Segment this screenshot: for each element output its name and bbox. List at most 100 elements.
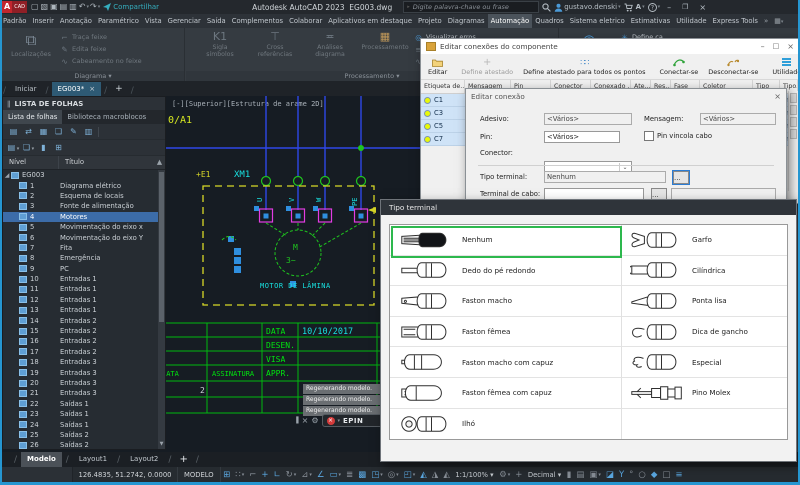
- dropdown-icon[interactable]: ▾: [598, 472, 601, 478]
- annotation-scale-icon[interactable]: ◭: [441, 470, 453, 480]
- annotation-monitor-icon[interactable]: +: [513, 470, 525, 480]
- graphics-performance-icon[interactable]: °: [627, 470, 636, 480]
- terminal-option-ilho[interactable]: Ilhó: [390, 409, 621, 440]
- mensagem-field[interactable]: <Vários>: [700, 113, 776, 125]
- save-as-icon[interactable]: ▤: [59, 1, 69, 13]
- sheet-row-20[interactable]: 20Entradas 3: [3, 378, 165, 388]
- polar-tracking-icon[interactable]: ↻▾: [283, 470, 299, 480]
- sheet-row-22[interactable]: 22Saídas 1: [3, 399, 165, 409]
- sheet-row-25[interactable]: 25Saídas 2: [3, 430, 165, 440]
- sheet-row-13[interactable]: 13Entradas 1: [3, 305, 165, 315]
- annotation-scale-button[interactable]: 1:1/100% ▾: [452, 471, 496, 479]
- sheet-row-23[interactable]: 23Saídas 1: [3, 409, 165, 419]
- sheet-row-2[interactable]: 2Esquema de locais: [3, 191, 165, 201]
- ribbon-tab-padrao[interactable]: Padrão: [0, 14, 29, 28]
- terminal-option-faston-femea-com-capuz[interactable]: Faston fêmea com capuz: [390, 378, 621, 409]
- app-store-cart-button[interactable]: [624, 3, 633, 12]
- grid-icon[interactable]: ⊞: [221, 470, 233, 480]
- new-layout-button[interactable]: +: [175, 454, 191, 465]
- colors-icon[interactable]: ◆: [648, 470, 660, 480]
- status-colors-icon[interactable]: ▮: [37, 142, 50, 154]
- close-tab-icon[interactable]: ×: [89, 85, 95, 93]
- dropdown-icon[interactable]: ▾: [339, 472, 342, 478]
- terminal-option-pino-molex[interactable]: Pino Molex: [621, 378, 787, 409]
- restore-button[interactable]: ❐: [678, 3, 692, 11]
- dropdown-icon[interactable]: ▾: [15, 146, 19, 152]
- localizacoes-button[interactable]: ⧉ Localizações: [6, 30, 56, 70]
- column-nivel[interactable]: Nível: [3, 156, 59, 169]
- palette-tab-lista-de-folhas[interactable]: Lista de folhas: [3, 110, 62, 124]
- filter-icon[interactable]: Y: [616, 470, 626, 480]
- dropdown-icon[interactable]: ▾: [508, 472, 511, 478]
- 3d-object-snap-icon[interactable]: ◎▾: [385, 470, 401, 480]
- utilidade-button[interactable]: Utilidade: [767, 55, 800, 79]
- plot-icon[interactable]: ▥: [68, 1, 78, 13]
- open-project-icon[interactable]: ▦: [37, 126, 50, 138]
- ribbon-item-traca-feixe[interactable]: ⌐Traça feixe: [60, 31, 142, 43]
- dropdown-icon[interactable]: ▾: [294, 472, 297, 478]
- conectar-se-button[interactable]: Conectar-se: [654, 55, 703, 79]
- annotation-visibility-icon[interactable]: ◭: [418, 470, 430, 480]
- autodesk-menu-button[interactable]: A▾: [636, 3, 645, 11]
- units-button[interactable]: Decimal ▾: [525, 471, 564, 479]
- dropdown-icon[interactable]: ▾: [98, 4, 101, 10]
- dropdown-icon[interactable]: ▾: [396, 472, 399, 478]
- palette-drag-handle-icon[interactable]: ∥: [7, 100, 11, 108]
- dynamic-ucs-icon[interactable]: ◰▾: [401, 470, 418, 480]
- tipo-terminal-field[interactable]: Nenhum: [544, 171, 666, 183]
- share-button[interactable]: Compartilhar: [103, 3, 159, 11]
- palette-tab-biblioteca-macroblocos[interactable]: Biblioteca macroblocos: [62, 110, 151, 124]
- pin-vincula-checkbox[interactable]: Pin vincola cabo: [644, 131, 712, 141]
- dialog-title-bar[interactable]: Editar conexão ×: [466, 89, 786, 103]
- sheet-row-9[interactable]: 9PC: [3, 264, 165, 274]
- command-tools-icon[interactable]: ⚙: [311, 416, 318, 425]
- ribbon-tab-vista[interactable]: Vista: [142, 14, 165, 28]
- ribbon-tab-automacao[interactable]: Automação: [488, 14, 533, 28]
- search-icon[interactable]: [542, 3, 551, 12]
- ribbon-tab-inserir[interactable]: Inserir: [29, 14, 57, 28]
- sheet-row-1[interactable]: 1Diagrama elétrico: [3, 180, 165, 190]
- layout-tab-modelo[interactable]: Modelo: [21, 452, 62, 467]
- open-file-icon[interactable]: ▧: [40, 1, 50, 13]
- terminal-option-especial[interactable]: Especial: [621, 347, 787, 378]
- sheet-row-5[interactable]: 5Movimentação do eixo x: [3, 222, 165, 232]
- new-file-icon[interactable]: ▢: [30, 1, 40, 13]
- dialog-title-bar[interactable]: Tipo terminal: [381, 200, 796, 215]
- editar-button[interactable]: Editar: [423, 55, 452, 79]
- sheet-row-26[interactable]: 26Saídas 2: [3, 440, 165, 449]
- sheet-row-21[interactable]: 21Entradas 3: [3, 388, 165, 398]
- scroll-up-icon[interactable]: ▲: [154, 156, 165, 169]
- terminal-option-faston-femea[interactable]: Faston fêmea: [390, 317, 621, 348]
- ribbon-overflow-button[interactable]: »: [761, 14, 771, 28]
- define-atestado-para-todos-os-pontos-button[interactable]: ∷∷Define atestado para todos os pontos: [518, 55, 650, 79]
- dialog-close-icon[interactable]: ×: [787, 42, 794, 51]
- scrollbar-thumb[interactable]: [159, 172, 164, 322]
- terminal-option-dedo-do-pe-redondo[interactable]: Dedo do pé redondo: [390, 256, 621, 287]
- dropdown-icon[interactable]: ▾: [30, 146, 34, 152]
- palette-header[interactable]: ∥ LISTA DE FOLHAS: [3, 97, 165, 110]
- tipo-terminal-browse-button[interactable]: ...: [673, 171, 689, 184]
- ribbon-tab-parametrico[interactable]: Paramétrico: [95, 14, 142, 28]
- ribbon-tab-gerenciar[interactable]: Gerenciar: [165, 14, 204, 28]
- checkbox-icon[interactable]: [644, 131, 654, 141]
- layout-tab-layout2[interactable]: Layout2: [124, 452, 164, 467]
- column-etiqueta-de[interactable]: Etiqueta de...: [421, 80, 465, 93]
- units-icon[interactable]: ▮: [564, 470, 574, 480]
- ribbon-item-cabeamento-no-feixe[interactable]: ∿Cabeamento no feixe: [60, 55, 142, 67]
- dropdown-icon[interactable]: ▾: [380, 472, 383, 478]
- ribbon-tab-anotacao[interactable]: Anotação: [57, 14, 95, 28]
- motor-symbol[interactable]: [275, 230, 321, 276]
- dialog-minimize-icon[interactable]: –: [761, 42, 765, 51]
- terminal-circles[interactable]: [262, 177, 366, 186]
- edit-sheet-icon[interactable]: ✎: [67, 126, 80, 138]
- ribbon-tab-quadros[interactable]: Quadros: [532, 14, 566, 28]
- new-sheet-icon[interactable]: ▤: [7, 126, 20, 138]
- sheet-row-11[interactable]: 11Entradas 1: [3, 284, 165, 294]
- ribbon-tab-utilidade[interactable]: Utilidade: [673, 14, 709, 28]
- terminal-option-faston-macho-com-capuz[interactable]: Faston macho com capuz: [390, 347, 621, 378]
- minimize-button[interactable]: –: [663, 3, 675, 12]
- sheet-row-17[interactable]: 17Entradas 2: [3, 347, 165, 357]
- autoscale-icon[interactable]: ◮: [429, 470, 441, 480]
- sheet-row-19[interactable]: 19Entradas 3: [3, 367, 165, 377]
- sheet-row-6[interactable]: 6Movimentação do eixo Y: [3, 232, 165, 242]
